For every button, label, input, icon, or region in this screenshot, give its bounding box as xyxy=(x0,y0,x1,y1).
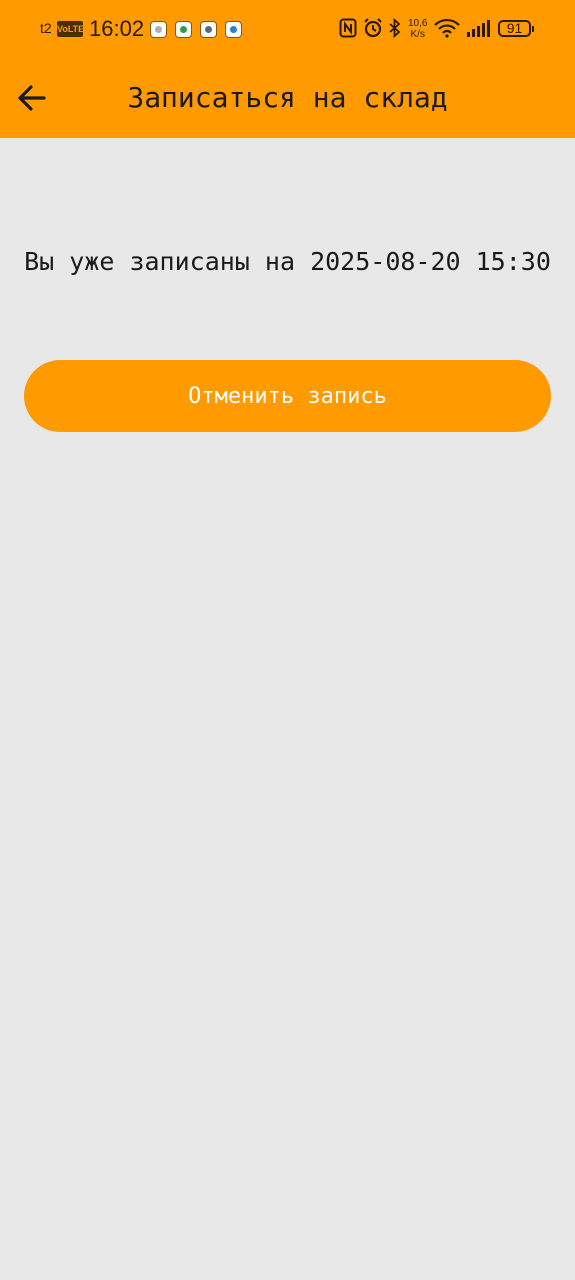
network-speed-unit: K/s xyxy=(410,29,425,40)
status-bar: t2 VoLTE 16:02 10,6 K/s 91 xyxy=(0,0,575,60)
signal-icon xyxy=(467,20,490,37)
page-title: Записаться на склад xyxy=(127,81,448,114)
battery-icon: 91 xyxy=(498,20,534,37)
volte-badge: VoLTE xyxy=(57,21,84,37)
network-speed-value: 10,6 xyxy=(408,18,428,29)
bus-app-icon xyxy=(200,21,217,38)
network-speed: 10,6 K/s xyxy=(408,18,427,40)
bluetooth-icon xyxy=(389,18,401,38)
nfc-icon xyxy=(339,18,357,38)
messenger-app-icon xyxy=(225,21,242,38)
whatsapp-app-icon xyxy=(175,21,192,38)
booking-status-message: Вы уже записаны на 2025-08-20 15:30 xyxy=(24,247,551,276)
alarm-icon xyxy=(364,18,382,38)
carrier-label: t2 xyxy=(40,20,52,36)
settings-app-icon xyxy=(150,21,167,38)
battery-level: 91 xyxy=(506,20,523,36)
wifi-icon xyxy=(434,18,460,38)
status-time: 16:02 xyxy=(89,16,145,41)
cancel-booking-button[interactable]: Отменить запись xyxy=(24,360,551,432)
app-bar: t2 VoLTE 16:02 10,6 K/s 91 Записаться на… xyxy=(0,0,575,138)
